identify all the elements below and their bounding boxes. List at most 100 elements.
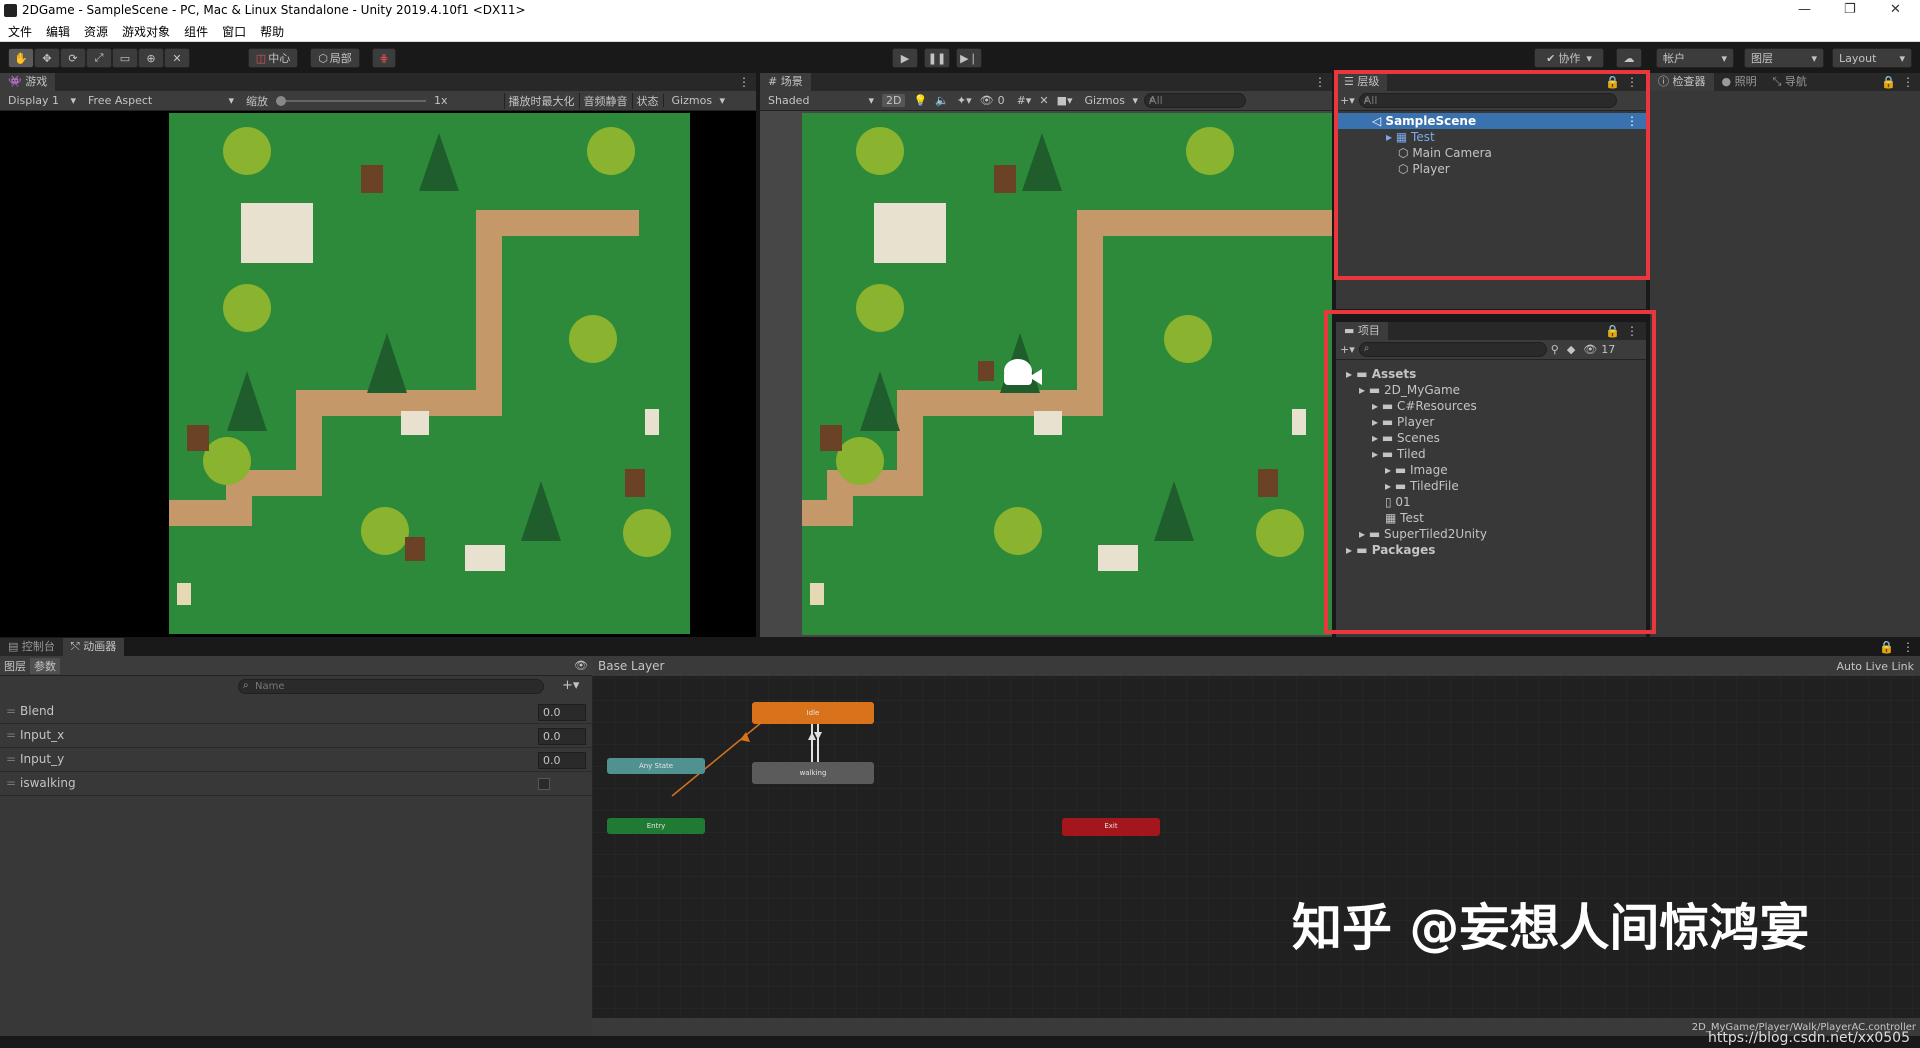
pivot-center-button[interactable]: ◫ 中心 [248, 48, 298, 68]
layers-dropdown[interactable]: 图层 ▾ [1744, 48, 1824, 68]
restore-icon[interactable]: ❐ [1844, 2, 1856, 17]
transform-tool-button[interactable]: ⊕ [138, 48, 164, 68]
menu-window[interactable]: 窗口 [222, 22, 246, 42]
menu-component[interactable]: 组件 [184, 22, 208, 42]
close-icon[interactable]: ✕ [1890, 2, 1901, 17]
parameters-panel: 图层 参数 👁 Name +▾ = Blend 0.0 = Input_x 0.0 = Inp… [0, 656, 592, 1036]
menu-help[interactable]: 帮助 [260, 22, 284, 42]
drag-handle-icon[interactable]: = [6, 704, 16, 718]
state-entry[interactable]: Entry [607, 818, 705, 834]
rect-tool-button[interactable]: ▭ [112, 48, 138, 68]
scene-gizmos-dropdown[interactable]: Gizmos ▾ [1076, 94, 1142, 107]
window-titlebar: 2DGame - SampleScene - PC, Mac & Linux S… [0, 0, 1920, 22]
grid-dropdown[interactable]: #▾ [1013, 94, 1036, 107]
account-dropdown[interactable]: 帐户 ▾ [1656, 48, 1734, 68]
tab-scene[interactable]: # 场景 [760, 73, 811, 91]
layout-dropdown[interactable]: Layout ▾ [1832, 48, 1912, 68]
add-parameter-button[interactable]: +▾ [562, 678, 579, 693]
lighting-icon[interactable]: 💡 [909, 94, 931, 107]
unity-logo-icon [4, 4, 17, 17]
custom-tool-button[interactable]: ✕ [164, 48, 190, 68]
bulb-icon: ● [1721, 75, 1732, 88]
minimize-icon[interactable]: — [1798, 2, 1811, 17]
menu-bar: 文件 编辑 资源 游戏对象 组件 窗口 帮助 [0, 22, 1920, 42]
window-title: 2DGame - SampleScene - PC, Mac & Linux S… [22, 3, 526, 17]
state-exit[interactable]: Exit [1062, 818, 1160, 836]
eye-icon[interactable]: 👁 [570, 659, 592, 672]
display-dropdown[interactable]: Display 1 ▾ [0, 94, 80, 107]
drag-handle-icon[interactable]: = [6, 728, 16, 742]
parameter-value-field[interactable]: 0.0 [538, 752, 586, 769]
state-any[interactable]: Any State [607, 758, 705, 774]
tools-icon[interactable]: ✕ [1035, 94, 1052, 107]
shading-dropdown[interactable]: Shaded ▾ [760, 94, 878, 107]
parameter-row[interactable]: = Input_y 0.0 [0, 748, 592, 772]
cloud-button[interactable]: ☁ [1616, 48, 1642, 68]
collab-dropdown[interactable]: ✔ 协作 ▾ [1534, 48, 1604, 68]
state-walking[interactable]: walking [752, 762, 874, 784]
effects-dropdown[interactable]: ✦▾ [953, 94, 976, 107]
rotate-tool-button[interactable]: ⟳ [60, 48, 86, 68]
stats-button[interactable]: 状态 [631, 92, 663, 109]
parameter-name: Input_x [20, 728, 65, 742]
menu-file[interactable]: 文件 [8, 22, 32, 42]
snap-grid-button[interactable]: ⋕ [372, 48, 396, 68]
panel-menu-icon[interactable]: ⋮ [1902, 75, 1914, 89]
game-gizmos-dropdown[interactable]: Gizmos ▾ [662, 94, 730, 107]
mute-audio-button[interactable]: 音频静音 [578, 92, 632, 109]
audio-icon[interactable]: 🔈 [931, 94, 953, 107]
breadcrumb-base-layer[interactable]: Base Layer [592, 656, 671, 676]
animator-graph: Base Layer Auto Live Link Idle walking A… [592, 656, 1920, 1018]
hand-tool-button[interactable]: ✋ [8, 48, 34, 68]
info-icon: ⓘ [1658, 75, 1669, 88]
drag-handle-icon[interactable]: = [6, 752, 16, 766]
lock-icon[interactable]: 🔒 [1881, 75, 1896, 89]
animator-icon: ⤲ [70, 640, 80, 653]
pause-button[interactable]: ❚❚ [924, 48, 950, 68]
maximize-on-play-button[interactable]: 播放时最大化 [503, 92, 579, 109]
scene-search-input[interactable]: All [1144, 93, 1247, 108]
scale-slider[interactable] [276, 95, 426, 106]
game-view-render [169, 113, 690, 634]
parameter-value-field[interactable]: 0.0 [538, 704, 586, 721]
tab-animator[interactable]: ⤲ 动画器 [62, 638, 125, 656]
tab-lighting[interactable]: ● 照明 [1713, 73, 1765, 91]
auto-live-link-button[interactable]: Auto Live Link [1830, 660, 1920, 673]
mode-2d-button[interactable]: 2D [882, 94, 906, 107]
panel-menu-icon[interactable]: ⋮ [738, 75, 750, 89]
menu-edit[interactable]: 编辑 [46, 22, 70, 42]
parameter-checkbox[interactable] [538, 778, 550, 790]
parameter-search-input[interactable]: Name [238, 679, 544, 694]
menu-gameobject[interactable]: 游戏对象 [122, 22, 170, 42]
hidden-objects-toggle[interactable]: 👁 0 [976, 94, 1013, 107]
camera-dropdown[interactable]: ■▾ [1053, 94, 1077, 107]
parameter-row[interactable]: = Input_x 0.0 [0, 724, 592, 748]
move-tool-button[interactable]: ✥ [34, 48, 60, 68]
aspect-dropdown[interactable]: Free Aspect ▾ [80, 94, 238, 107]
subtab-layers[interactable]: 图层 [0, 658, 30, 674]
parameter-row[interactable]: = Blend 0.0 [0, 700, 592, 724]
parameter-name: Input_y [20, 752, 65, 766]
state-idle[interactable]: Idle [752, 702, 874, 724]
step-button[interactable]: ▶❘ [956, 48, 982, 68]
scale-tool-button[interactable]: ⤢ [86, 48, 112, 68]
menu-assets[interactable]: 资源 [84, 22, 108, 42]
pivot-local-button[interactable]: ⬡ 局部 [310, 48, 360, 68]
panel-menu-icon[interactable]: ⋮ [1314, 75, 1326, 89]
tab-inspector[interactable]: ⓘ 检查器 [1650, 73, 1714, 91]
scale-value: 1x [434, 94, 448, 107]
main-toolbar: ✋ ✥ ⟳ ⤢ ▭ ⊕ ✕ ◫ 中心 ⬡ 局部 ⋕ ▶ ❚❚ ▶❘ ✔ 协作 ▾ ☁ 帐… [0, 43, 1920, 73]
parameter-row[interactable]: = iswalking [0, 772, 592, 796]
play-button[interactable]: ▶ [892, 48, 918, 68]
console-icon: ▤ [8, 640, 19, 653]
tab-console[interactable]: ▤ 控制台 [0, 638, 63, 656]
tab-game[interactable]: 👾 游戏 [0, 73, 56, 91]
lock-icon[interactable]: 🔒 [1879, 640, 1894, 654]
scale-label: 缩放 [246, 94, 268, 108]
parameter-value-field[interactable]: 0.0 [538, 728, 586, 745]
drag-handle-icon[interactable]: = [6, 776, 16, 790]
tab-navigation[interactable]: ⤡ 导航 [1764, 73, 1815, 91]
subtab-parameters[interactable]: 参数 [30, 657, 60, 674]
watermark: 知乎 @妄想人间惊鸿宴 [1292, 899, 1810, 957]
panel-menu-icon[interactable]: ⋮ [1902, 640, 1914, 654]
